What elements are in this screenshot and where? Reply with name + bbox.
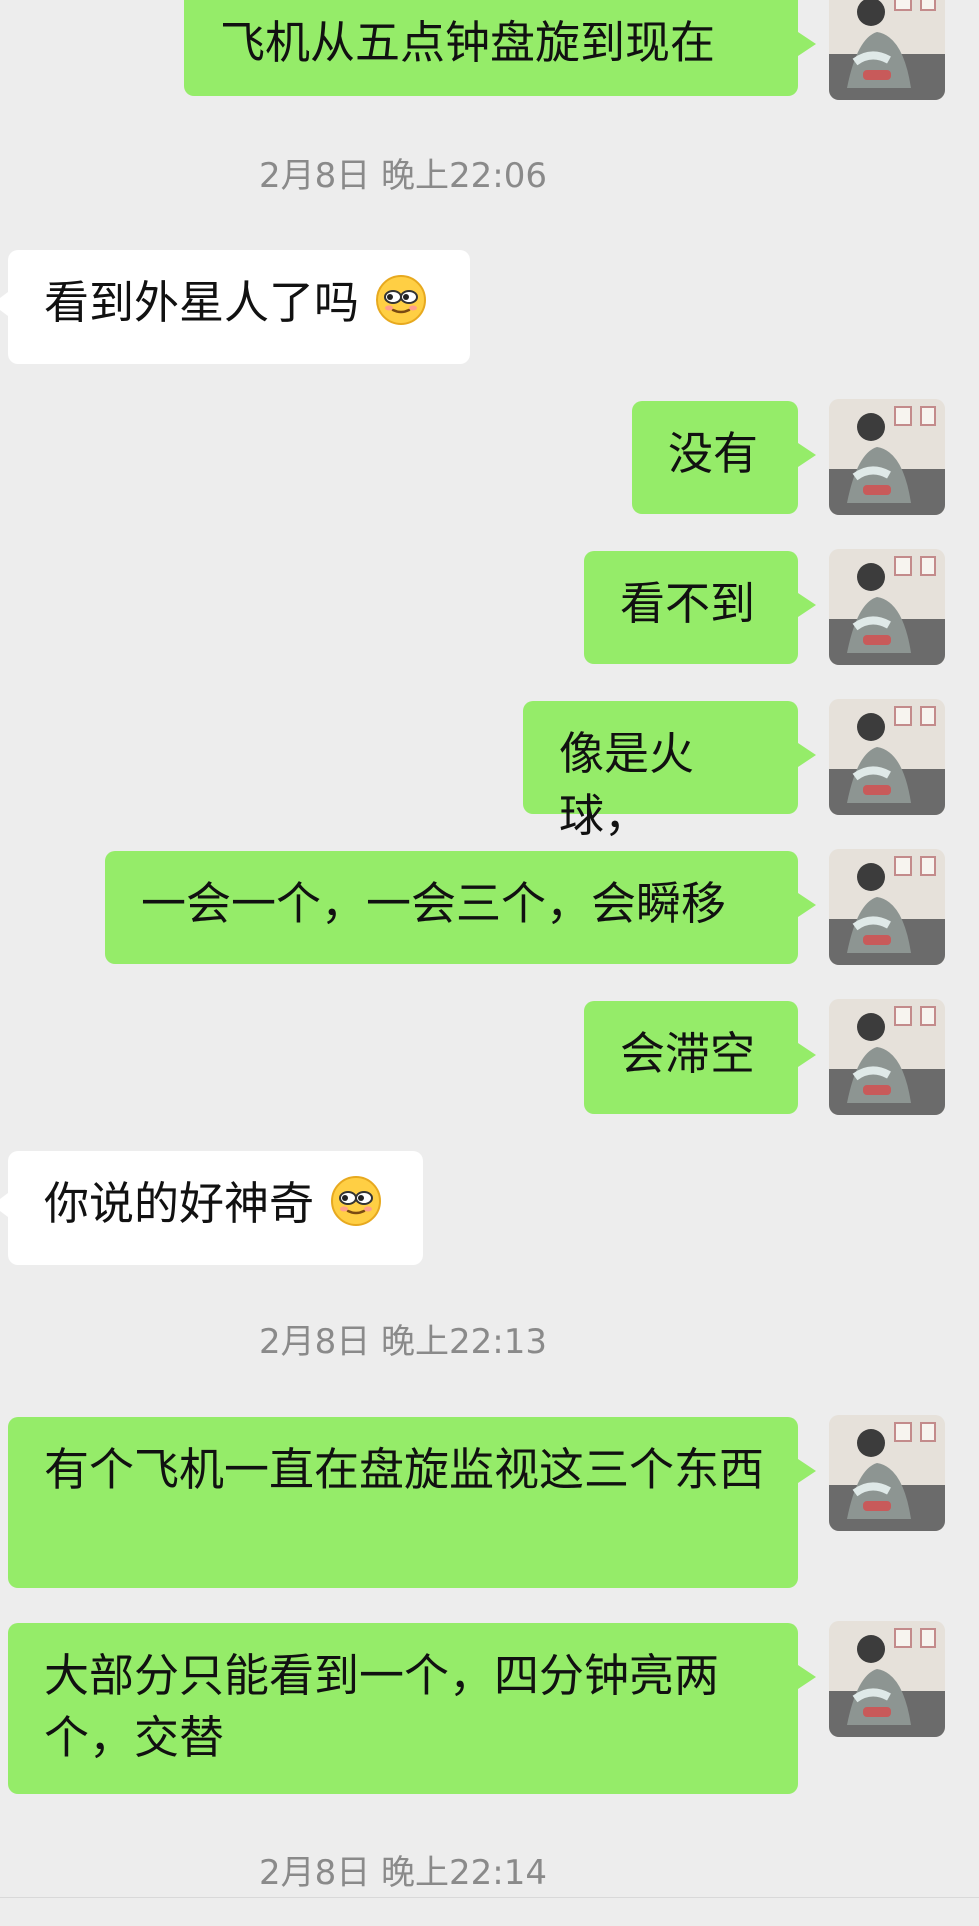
user-avatar-icon[interactable]: [829, 399, 945, 515]
divider: [0, 1897, 979, 1898]
smirk-emoji-icon: [331, 1176, 382, 1226]
message-text: 看到外星人了吗: [44, 276, 360, 329]
message-text: 飞机从五点钟盘旋到现在: [220, 16, 716, 69]
message-text: 大部分只能看到一个，四分钟亮两个，交替: [44, 1649, 720, 1764]
timestamp: 2月8日 晚上22:14: [258, 1853, 548, 1893]
user-avatar-icon[interactable]: [829, 1415, 945, 1531]
user-avatar-icon[interactable]: [829, 1621, 945, 1737]
chat-message-list[interactable]: 飞机从五点钟盘旋到现在 2月8日 晚上22:06 看到外星人了吗 没有 看不到 …: [0, 0, 979, 1926]
message-text: 一会一个，一会三个，会瞬移: [141, 877, 727, 930]
sent-message-bubble[interactable]: 看不到: [584, 551, 816, 664]
message-text: 像是火球，: [559, 727, 695, 842]
sent-message-bubble[interactable]: 一会一个，一会三个，会瞬移: [105, 851, 816, 964]
received-message-bubble[interactable]: 看到外星人了吗: [0, 250, 470, 364]
message-text: 有个飞机一直在盘旋监视这三个东西: [44, 1443, 765, 1496]
received-message-bubble[interactable]: 你说的好神奇: [0, 1151, 423, 1265]
sent-message-bubble[interactable]: 会滞空: [584, 1001, 816, 1114]
sent-message-bubble[interactable]: 有个飞机一直在盘旋监视这三个东西: [8, 1417, 816, 1588]
user-avatar-icon[interactable]: [829, 999, 945, 1115]
message-text: 看不到: [620, 577, 756, 630]
sent-message-bubble[interactable]: 大部分只能看到一个，四分钟亮两个，交替: [8, 1623, 816, 1794]
message-text: 没有: [668, 427, 759, 480]
timestamp: 2月8日 晚上22:13: [258, 1322, 548, 1362]
smirk-emoji-icon: [376, 275, 427, 325]
user-avatar-icon[interactable]: [829, 549, 945, 665]
message-text: 你说的好神奇: [44, 1177, 315, 1230]
sent-message-bubble[interactable]: 像是火球，: [523, 701, 816, 842]
timestamp: 2月8日 晚上22:06: [258, 156, 548, 196]
user-avatar-icon[interactable]: [829, 699, 945, 815]
user-avatar-icon[interactable]: [829, 0, 945, 100]
user-avatar-icon[interactable]: [829, 849, 945, 965]
sent-message-bubble[interactable]: 飞机从五点钟盘旋到现在: [184, 0, 816, 96]
message-text: 会滞空: [620, 1027, 756, 1080]
sent-message-bubble[interactable]: 没有: [632, 401, 816, 514]
